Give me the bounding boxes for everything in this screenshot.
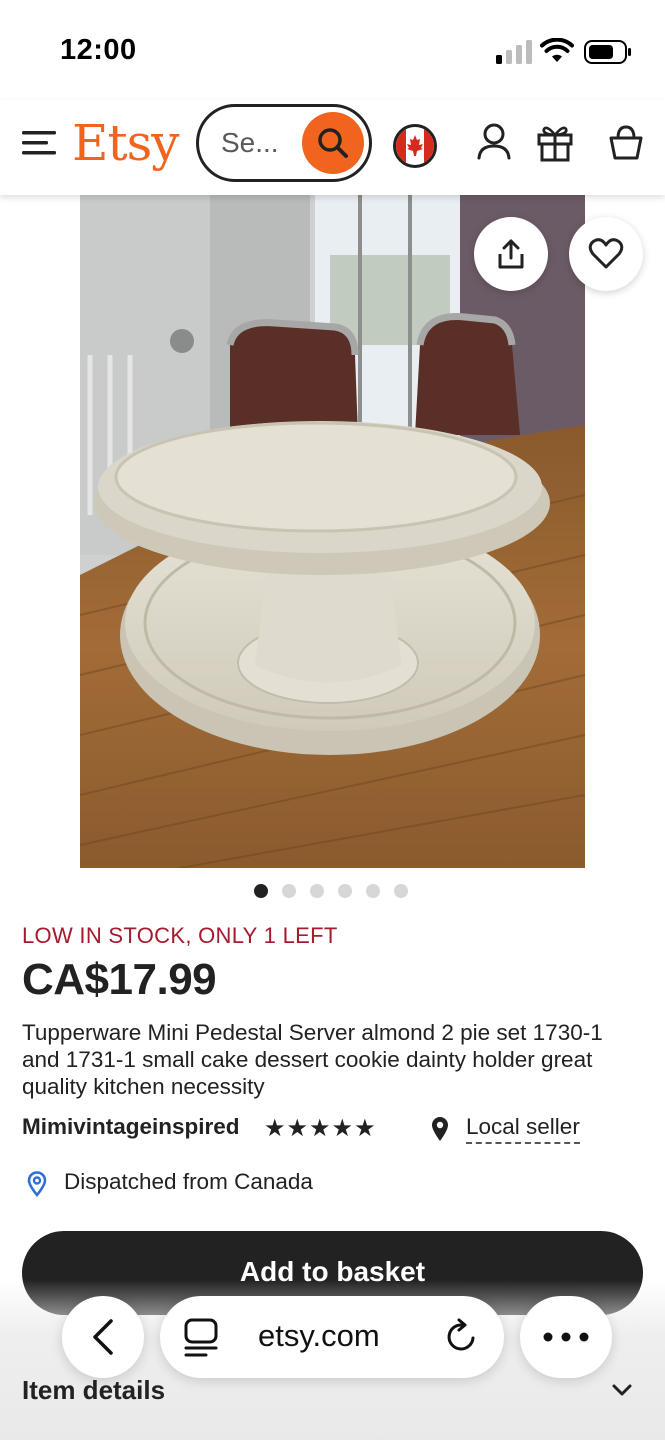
status-bar: 12:00 xyxy=(0,0,665,100)
battery-icon xyxy=(584,40,631,64)
seller-row: Mimivintageinspired ★★★★★ Local seller xyxy=(22,1114,642,1144)
rating-stars: ★★★★★ xyxy=(264,1115,377,1142)
dispatch-info: Dispatched from Canada xyxy=(64,1169,313,1194)
gift-icon[interactable] xyxy=(537,122,573,162)
signal-icon xyxy=(496,40,532,64)
reload-icon[interactable] xyxy=(444,1318,480,1356)
browser-back-button[interactable] xyxy=(62,1296,144,1378)
site-header: Etsy xyxy=(0,100,665,195)
browser-more-button[interactable] xyxy=(520,1296,612,1378)
chevron-left-icon xyxy=(93,1319,113,1355)
pagination-dot[interactable] xyxy=(337,884,352,898)
image-pagination xyxy=(0,884,665,900)
menu-icon[interactable] xyxy=(22,128,56,158)
pagination-dot[interactable] xyxy=(281,884,296,898)
browser-url: etsy.com xyxy=(258,1318,380,1353)
search-icon xyxy=(318,128,348,158)
search-box xyxy=(196,104,372,182)
pagination-dot[interactable] xyxy=(393,884,408,898)
product-title: Tupperware Mini Pedestal Server almond 2… xyxy=(22,1020,603,1099)
heart-icon xyxy=(588,238,624,269)
basket-icon[interactable] xyxy=(608,122,644,162)
chevron-down-icon[interactable] xyxy=(610,1380,634,1400)
location-pin-icon xyxy=(432,1117,448,1141)
search-button[interactable] xyxy=(302,112,364,174)
more-icon xyxy=(543,1332,589,1342)
seller-name[interactable]: Mimivintageinspired xyxy=(22,1114,240,1140)
status-time: 12:00 xyxy=(60,34,137,66)
canada-flag-icon[interactable] xyxy=(393,124,437,168)
tabs-icon xyxy=(184,1318,218,1357)
share-button[interactable] xyxy=(474,217,548,291)
local-seller-link[interactable]: Local seller xyxy=(466,1114,580,1144)
pagination-dot[interactable] xyxy=(309,884,324,898)
etsy-logo[interactable]: Etsy xyxy=(72,114,179,172)
wifi-icon xyxy=(540,38,574,62)
product-price: CA$17.99 xyxy=(22,955,217,1004)
pagination-dot[interactable] xyxy=(365,884,380,898)
item-details-heading[interactable]: Item details xyxy=(22,1375,165,1406)
account-icon[interactable] xyxy=(476,122,512,162)
favorite-button[interactable] xyxy=(569,217,643,291)
stock-notice: LOW IN STOCK, ONLY 1 LEFT xyxy=(22,923,338,948)
product-image[interactable] xyxy=(80,195,585,868)
location-pin-icon xyxy=(27,1171,47,1197)
search-input[interactable] xyxy=(221,127,295,159)
share-icon xyxy=(498,239,524,269)
pagination-dot[interactable] xyxy=(253,884,268,898)
browser-url-bar[interactable]: etsy.com xyxy=(160,1296,504,1378)
